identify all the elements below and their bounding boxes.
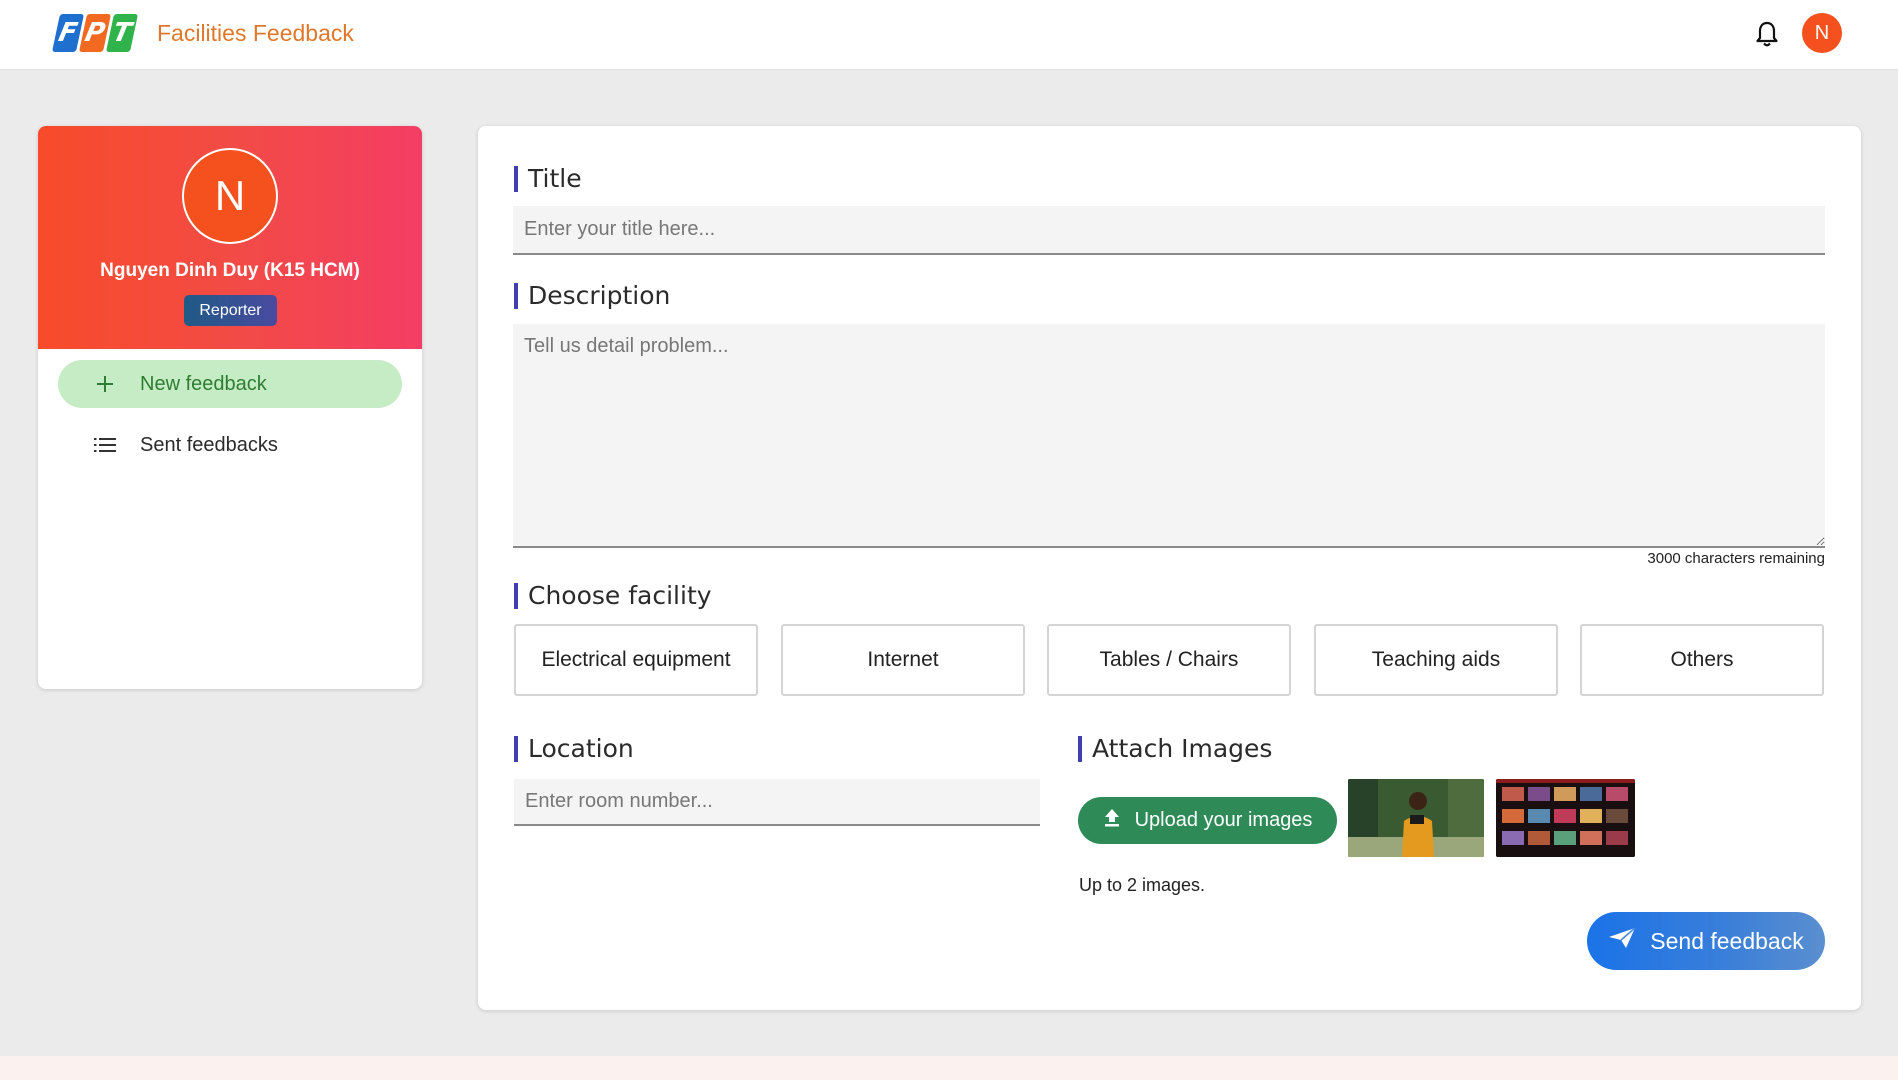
sidebar-item-label: New feedback [140,372,267,395]
user-avatar[interactable]: N [1802,13,1842,53]
send-feedback-button[interactable]: Send feedback [1587,912,1825,970]
profile-name: Nguyen Dinh Duy (K15 HCM) [100,260,360,281]
fpt-logo[interactable]: F P T [51,14,139,52]
sidebar-item-label: Sent feedbacks [140,433,278,456]
upload-images-button[interactable]: Upload your images [1078,797,1337,844]
sidebar-item-new-feedback[interactable]: New feedback [58,360,402,408]
profile-card: N Nguyen Dinh Duy (K15 HCM) Reporter [38,126,422,349]
list-icon [92,432,118,458]
send-feedback-label: Send feedback [1650,927,1804,954]
description-label: Description [514,283,670,309]
app-title[interactable]: Facilities Feedback [157,20,354,47]
facility-option-teaching-aids[interactable]: Teaching aids [1314,624,1558,696]
footer [0,1056,1898,1080]
upload-label: Upload your images [1134,809,1313,831]
character-counter: 3000 characters remaining [1647,550,1825,567]
plus-icon [92,371,118,397]
profile-avatar: N [182,148,278,244]
facility-option-internet[interactable]: Internet [781,624,1025,696]
screenshot-thumbnail[interactable] [1496,779,1635,857]
facility-label: Choose facility [514,583,712,609]
title-label: Title [514,166,582,192]
upload-icon [1103,808,1121,834]
sidebar: N Nguyen Dinh Duy (K15 HCM) Reporter New… [38,126,422,689]
facility-option-electrical[interactable]: Electrical equipment [514,624,758,696]
facility-option-tables-chairs[interactable]: Tables / Chairs [1047,624,1291,696]
photo-thumbnail[interactable] [1348,779,1484,857]
logo-letter-t: T [105,14,139,52]
description-textarea[interactable] [513,324,1825,548]
app-header: F P T Facilities Feedback N [0,0,1898,70]
title-input[interactable] [513,206,1825,255]
location-input[interactable] [514,779,1040,826]
location-label: Location [514,736,634,762]
bell-icon[interactable] [1755,20,1779,48]
send-icon [1608,927,1636,955]
role-badge: Reporter [184,295,277,326]
sidebar-item-sent-feedbacks[interactable]: Sent feedbacks [58,421,402,469]
facility-option-others[interactable]: Others [1580,624,1824,696]
upload-limit-note: Up to 2 images. [1079,875,1206,895]
attach-images-label: Attach Images [1078,736,1272,762]
feedback-form: Title Description 3000 characters remain… [478,126,1861,1010]
